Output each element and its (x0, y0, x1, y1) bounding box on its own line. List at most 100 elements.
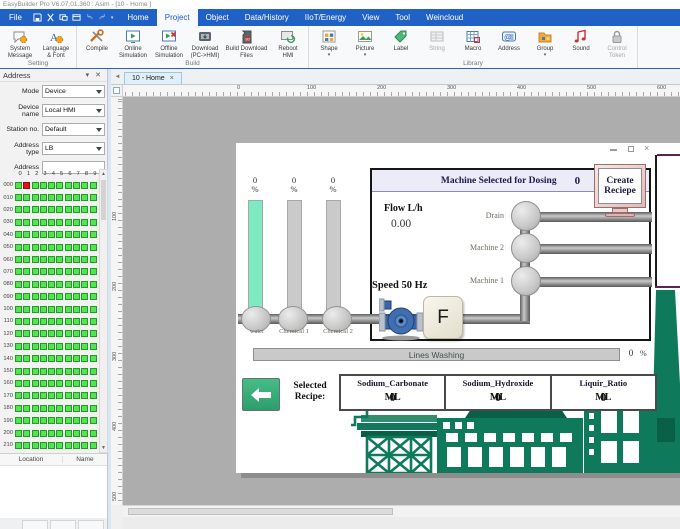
canvas-horizontal-scrollbar[interactable] (123, 505, 680, 517)
bit-cell-010-1[interactable] (23, 194, 30, 201)
bit-cell-150-5[interactable] (56, 368, 63, 375)
bit-cell-020-8[interactable] (81, 206, 88, 213)
bit-cell-070-4[interactable] (48, 268, 55, 275)
bit-cell-050-1[interactable] (23, 244, 30, 251)
bit-cell-080-1[interactable] (23, 281, 30, 288)
bit-cell-200-0[interactable] (15, 430, 22, 437)
bit-cell-180-2[interactable] (32, 405, 39, 412)
bit-cell-080-3[interactable] (40, 281, 47, 288)
bit-cell-130-6[interactable] (65, 343, 72, 350)
bit-cell-020-9[interactable] (90, 206, 97, 213)
bit-cell-120-3[interactable] (40, 330, 47, 337)
bit-cell-160-3[interactable] (40, 380, 47, 387)
bit-cell-090-6[interactable] (65, 293, 72, 300)
bit-cell-060-9[interactable] (90, 256, 97, 263)
bit-cell-110-2[interactable] (32, 318, 39, 325)
station-no-select[interactable]: Default (42, 123, 105, 136)
bit-cell-210-1[interactable] (23, 442, 30, 449)
qat-more-icon[interactable]: ▾ (111, 15, 114, 21)
bit-cell-190-8[interactable] (81, 417, 88, 424)
bit-cell-020-6[interactable] (65, 206, 72, 213)
bit-cell-130-3[interactable] (40, 343, 47, 350)
bit-cell-120-7[interactable] (73, 330, 80, 337)
shape-button[interactable]: Shape ▾ (311, 27, 347, 57)
bit-cell-070-6[interactable] (65, 268, 72, 275)
bit-cell-030-9[interactable] (90, 219, 97, 226)
bit-cell-040-6[interactable] (65, 231, 72, 238)
bit-cell-070-9[interactable] (90, 268, 97, 275)
bit-cell-100-0[interactable] (15, 306, 22, 313)
bit-cell-150-4[interactable] (48, 368, 55, 375)
bit-cell-210-9[interactable] (90, 442, 97, 449)
bit-cell-120-8[interactable] (81, 330, 88, 337)
window-copy-icon[interactable] (59, 13, 68, 22)
bit-cell-130-9[interactable] (90, 343, 97, 350)
address-button[interactable]: @ Address (491, 27, 527, 53)
bit-cell-120-4[interactable] (48, 330, 55, 337)
redo-icon[interactable] (98, 13, 107, 22)
bit-cell-080-2[interactable] (32, 281, 39, 288)
bit-cell-110-9[interactable] (90, 318, 97, 325)
water-tank-bar[interactable] (248, 200, 263, 316)
bit-cell-110-1[interactable] (23, 318, 30, 325)
bit-cell-050-9[interactable] (90, 244, 97, 251)
bit-cell-060-0[interactable] (15, 256, 22, 263)
bit-cell-180-1[interactable] (23, 405, 30, 412)
panel-tab[interactable] (78, 520, 104, 529)
bit-cell-170-3[interactable] (40, 392, 47, 399)
bit-cell-030-7[interactable] (73, 219, 80, 226)
mode-select[interactable]: Device (42, 85, 105, 98)
bit-cell-160-2[interactable] (32, 380, 39, 387)
bit-cell-200-5[interactable] (56, 430, 63, 437)
pump-icon[interactable] (379, 293, 423, 341)
bit-cell-110-4[interactable] (48, 318, 55, 325)
bit-cell-140-7[interactable] (73, 355, 80, 362)
bit-cell-030-2[interactable] (32, 219, 39, 226)
bit-cell-120-9[interactable] (90, 330, 97, 337)
bit-cell-110-8[interactable] (81, 318, 88, 325)
menu-file[interactable]: File (0, 9, 31, 26)
bit-cell-080-6[interactable] (65, 281, 72, 288)
bit-cell-120-6[interactable] (65, 330, 72, 337)
bit-cell-110-0[interactable] (15, 318, 22, 325)
menu-object[interactable]: Object (198, 9, 237, 26)
bit-cell-160-1[interactable] (23, 380, 30, 387)
create-recipe-button[interactable]: Create Reciepe (594, 164, 646, 208)
tab-scroll-left-icon[interactable]: ◄ (111, 70, 124, 84)
bit-cell-070-1[interactable] (23, 268, 30, 275)
bit-cell-080-8[interactable] (81, 281, 88, 288)
recipe-cell-sodium-carbonate[interactable]: Sodium_Carbonate 0ML (341, 376, 446, 409)
device-name-select[interactable]: Local HMI (42, 104, 105, 117)
bit-cell-200-7[interactable] (73, 430, 80, 437)
location-column-header[interactable]: Location (0, 456, 63, 463)
bit-cell-000-5[interactable] (56, 182, 63, 189)
bit-cell-100-8[interactable] (81, 306, 88, 313)
bit-cell-200-2[interactable] (32, 430, 39, 437)
bit-cell-170-4[interactable] (48, 392, 55, 399)
bit-cell-040-4[interactable] (48, 231, 55, 238)
bit-cell-050-4[interactable] (48, 244, 55, 251)
bit-cell-110-6[interactable] (65, 318, 72, 325)
bit-cell-090-1[interactable] (23, 293, 30, 300)
bit-cell-100-2[interactable] (32, 306, 39, 313)
bit-cell-010-7[interactable] (73, 194, 80, 201)
hmi-design-sheet[interactable]: × (236, 143, 680, 473)
bit-cell-040-5[interactable] (56, 231, 63, 238)
bit-cell-050-2[interactable] (32, 244, 39, 251)
bit-cell-190-0[interactable] (15, 417, 22, 424)
bit-cell-100-4[interactable] (48, 306, 55, 313)
picture-button[interactable]: Picture ▾ (347, 27, 383, 57)
machine2-valve[interactable] (511, 233, 541, 263)
bit-cell-030-1[interactable] (23, 219, 30, 226)
bit-cell-140-5[interactable] (56, 355, 63, 362)
bit-cell-000-0[interactable] (15, 182, 22, 189)
bit-cell-210-5[interactable] (56, 442, 63, 449)
bit-cell-170-1[interactable] (23, 392, 30, 399)
bit-cell-180-9[interactable] (90, 405, 97, 412)
save-icon[interactable] (33, 13, 42, 22)
bit-cell-150-0[interactable] (15, 368, 22, 375)
bit-cell-110-5[interactable] (56, 318, 63, 325)
bit-cell-020-2[interactable] (32, 206, 39, 213)
bit-cell-040-9[interactable] (90, 231, 97, 238)
bit-cell-190-3[interactable] (40, 417, 47, 424)
